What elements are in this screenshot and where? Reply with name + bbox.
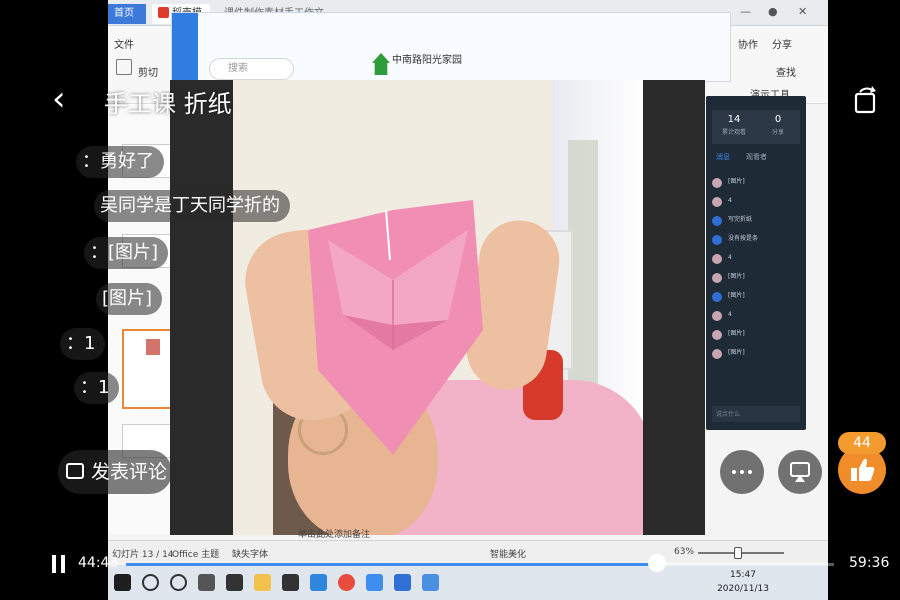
tab-home[interactable]: 首页 — [108, 4, 146, 24]
danmaku-comment: ：1 — [74, 372, 120, 404]
chat-message: [图片] — [712, 271, 802, 287]
progress-fill — [126, 563, 657, 566]
post-comment-button[interactable]: 发表评论 — [58, 450, 172, 494]
shares-stat: 0 分享 — [771, 114, 784, 136]
total-time: 59:36 — [849, 555, 890, 571]
danmaku-comment: ：勇好了 — [76, 146, 164, 178]
avatar-icon[interactable]: ● — [768, 5, 778, 18]
chat-message: [图片] — [712, 176, 802, 192]
share-button[interactable]: 分享 — [772, 36, 792, 51]
cast-icon — [790, 462, 810, 482]
docer-icon — [158, 7, 169, 18]
collab-button[interactable]: 协作 — [738, 36, 758, 51]
cut-button[interactable]: 剪切 — [138, 64, 158, 79]
video-title: 手工课 折纸 — [104, 90, 232, 118]
views-stat: 14 累计观看 — [721, 114, 746, 136]
more-icon — [732, 470, 736, 474]
chat-message: 4 — [712, 195, 802, 211]
comment-icon — [66, 463, 84, 479]
chat-input[interactable]: 说点什么 — [712, 406, 800, 422]
video-letterbox-left — [170, 80, 233, 535]
chat-message: [图片] — [712, 328, 802, 344]
viewer-stats: 14 累计观看 0 分享 — [712, 110, 800, 144]
chat-message: 4 — [712, 252, 802, 268]
slide-thumb-active[interactable] — [122, 329, 176, 409]
group-name: 中南路阳光家园 — [392, 55, 462, 66]
like-count-badge: 44 — [838, 432, 886, 454]
danmaku-comment: 吴同学是丁天同学折的 — [94, 190, 290, 222]
tab-viewers[interactable]: 观看者 — [746, 152, 767, 162]
minimize-icon[interactable]: — — [740, 5, 751, 18]
chat-message: [图片] — [712, 347, 802, 363]
close-icon[interactable]: ✕ — [798, 5, 807, 18]
danmaku-comment: ：[图片] — [84, 237, 169, 269]
rotate-screen-icon[interactable] — [852, 86, 878, 114]
home-logo-icon — [372, 53, 390, 75]
more-options-button[interactable] — [720, 450, 764, 494]
chat-message: 4 — [712, 309, 802, 325]
meeting-search-input[interactable]: 搜索 — [209, 58, 294, 80]
chat-message: 没有按是条 — [712, 233, 802, 249]
chat-message: 写完折纸 — [712, 214, 802, 230]
progress-scrubber[interactable] — [648, 554, 666, 572]
paste-icon[interactable] — [116, 59, 132, 75]
origami-heart — [308, 200, 483, 455]
video-letterbox-right — [643, 80, 705, 535]
danmaku-comment: ：1 — [60, 328, 106, 360]
meeting-window: 搜索 中南路阳光家园 — [171, 12, 731, 83]
camera-feed — [233, 80, 643, 535]
notes-hint[interactable]: 单击此处添加备注 — [298, 527, 370, 540]
chat-message: [图片] — [712, 290, 802, 306]
file-menu[interactable]: 文件 — [114, 36, 134, 51]
back-icon[interactable]: ‹ — [52, 82, 76, 118]
progress-track[interactable] — [126, 563, 834, 566]
danmaku-comment: [图片] — [96, 283, 163, 315]
post-comment-label: 发表评论 — [91, 461, 168, 483]
tab-messages[interactable]: 消息 — [716, 152, 730, 162]
pause-icon[interactable] — [52, 555, 66, 573]
live-chat-panel: 14 累计观看 0 分享 消息 观看者 [图片] 4 写完折纸 没有按是条 4 [图… — [706, 96, 806, 430]
current-time: 44:43 — [78, 555, 119, 571]
meeting-app-bar — [172, 13, 198, 83]
cast-button[interactable] — [778, 450, 822, 494]
find-button[interactable]: 查找 — [776, 64, 796, 79]
playback-controls: 44:43 59:36 — [0, 548, 900, 580]
